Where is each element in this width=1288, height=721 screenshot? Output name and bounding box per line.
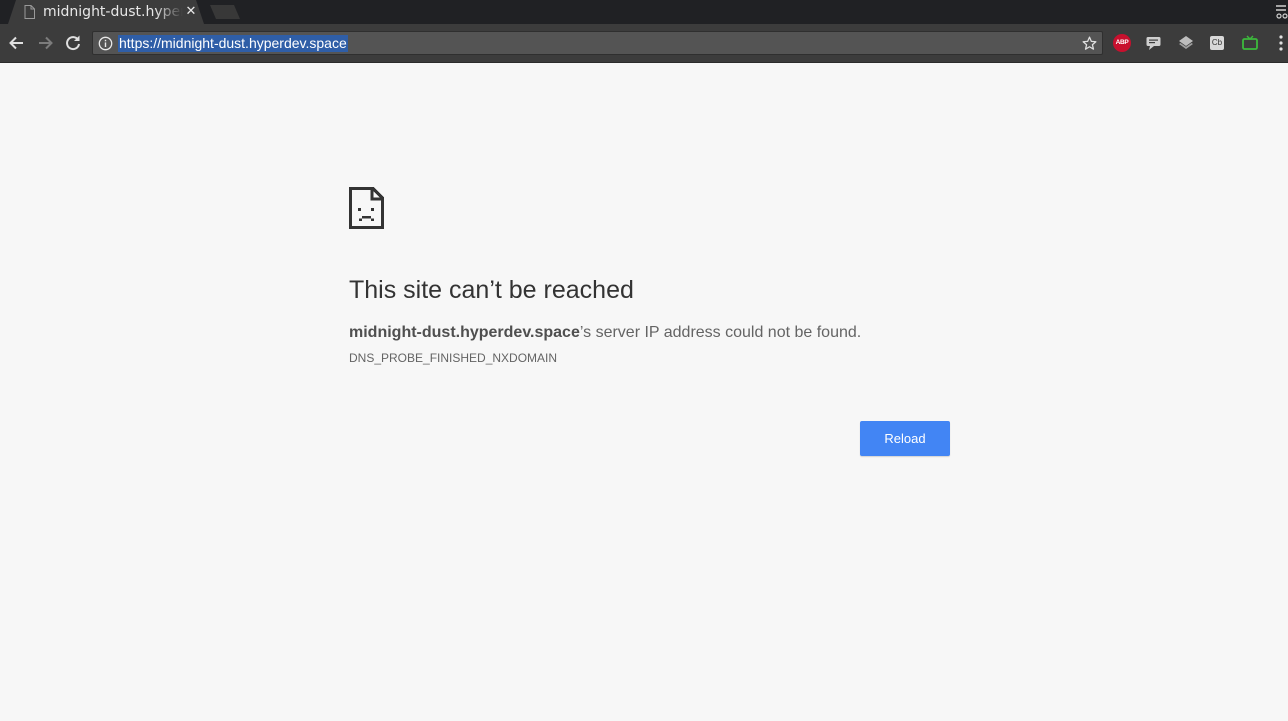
info-icon[interactable] (98, 36, 113, 51)
url-text[interactable]: https://midnight-dust.hyperdev.space (118, 35, 348, 52)
arrow-forward-icon[interactable] (34, 32, 56, 54)
error-code: DNS_PROBE_FINISHED_NXDOMAIN (349, 351, 558, 365)
adblock-plus-icon[interactable]: ABP (1113, 34, 1131, 52)
reload-button[interactable]: Reload (860, 421, 950, 456)
close-icon[interactable]: ✕ (182, 3, 200, 21)
error-heading: This site can’t be reached (349, 276, 634, 304)
reload-icon[interactable] (62, 32, 84, 54)
page-icon (24, 5, 35, 19)
error-summary: midnight-dust.hyperdev.space’s server IP… (349, 323, 861, 343)
cb-extension-icon[interactable]: Cb (1210, 36, 1224, 50)
address-bar[interactable]: https://midnight-dust.hyperdev.space (92, 31, 1103, 55)
tab-strip: midnight-dust.hyperdev.space ✕ (0, 0, 1288, 24)
sad-page-icon (349, 187, 384, 229)
tv-icon[interactable] (1241, 34, 1259, 52)
error-host: midnight-dust.hyperdev.space (349, 324, 580, 341)
kebab-menu-icon[interactable] (1274, 33, 1288, 53)
tab-search-icon[interactable] (1274, 2, 1288, 22)
arrow-back-icon[interactable] (6, 32, 28, 54)
tab-title: midnight-dust.hyperdev.space (43, 4, 183, 20)
browser-tab[interactable]: midnight-dust.hyperdev.space ✕ (8, 0, 204, 24)
new-tab-button[interactable] (210, 5, 240, 19)
layers-icon[interactable] (1177, 34, 1195, 52)
star-icon[interactable] (1081, 35, 1098, 52)
error-summary-text: ’s server IP address could not be found. (579, 324, 862, 341)
browser-toolbar: https://midnight-dust.hyperdev.space ABP… (0, 24, 1288, 63)
chat-icon[interactable] (1145, 34, 1163, 52)
